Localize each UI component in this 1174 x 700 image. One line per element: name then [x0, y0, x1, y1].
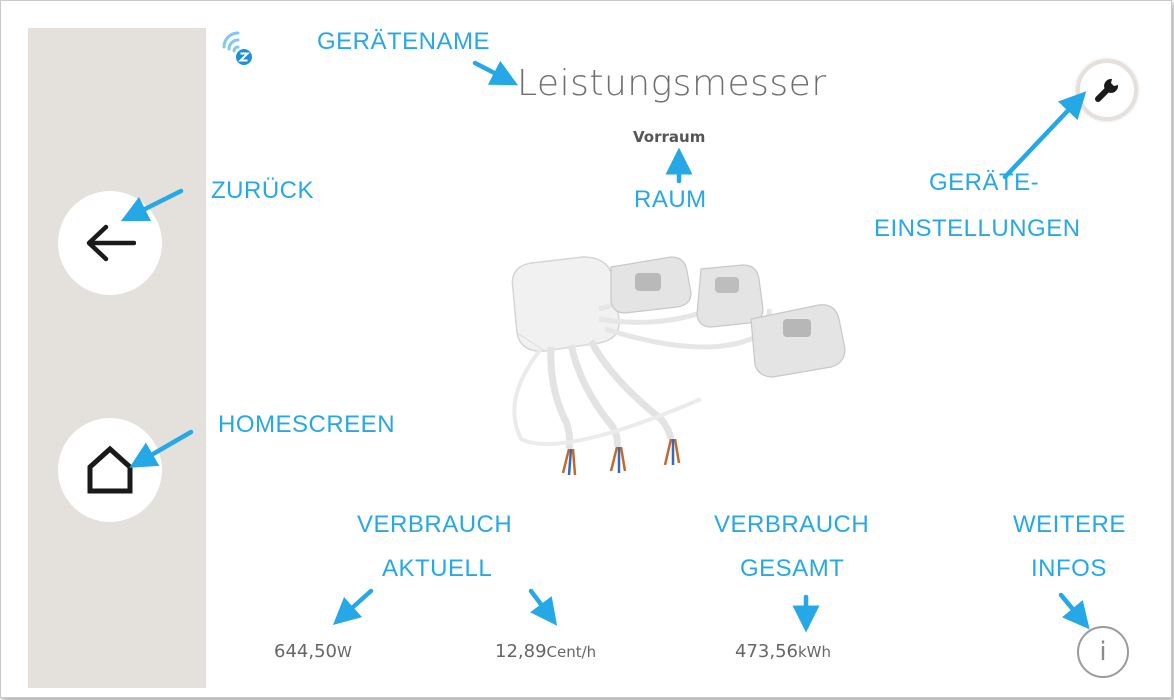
annotation-room: RAUM — [634, 186, 707, 213]
home-icon — [87, 445, 133, 494]
annotation-back: ZURÜCK — [211, 177, 314, 204]
annotation-home: HOMESCREEN — [218, 411, 396, 438]
arrow-current-cost — [528, 588, 558, 626]
annotation-device-name: GERÄTENAME — [317, 28, 491, 55]
current-cost-value: 12,89 — [495, 641, 547, 662]
app-screen: Leistungsmesser Vorraum 644,50W 12,89Cen… — [0, 0, 1172, 698]
current-power-value: 644,50 — [274, 641, 337, 662]
annotation-more-info-line2: INFOS — [1031, 555, 1107, 582]
total-energy-reading: 473,56kWh — [735, 641, 831, 662]
settings-button[interactable] — [1076, 59, 1138, 121]
info-button[interactable]: i — [1077, 626, 1129, 678]
total-energy-unit: kWh — [797, 643, 832, 661]
current-cost-reading: 12,89Cent/h — [495, 641, 596, 662]
arrow-left-icon — [86, 224, 136, 262]
arrow-device-name — [472, 60, 518, 86]
annotation-consumption-total-line2: GESAMT — [740, 555, 845, 582]
annotation-settings-line1: GERÄTE- — [929, 169, 1040, 196]
home-button[interactable] — [58, 418, 162, 522]
current-power-unit: W — [336, 643, 352, 661]
annotation-consumption-current-line2: AKTUELL — [382, 555, 493, 582]
current-power-reading: 644,50W — [274, 641, 352, 662]
zwave-icon — [222, 31, 252, 65]
power-meter-image — [511, 256, 846, 476]
room-name: Vorraum — [633, 128, 706, 146]
annotation-more-info-line1: WEITERE — [1013, 511, 1126, 538]
annotation-consumption-total-line1: VERBRAUCH — [714, 511, 870, 538]
wrench-icon — [1095, 78, 1119, 102]
current-cost-unit: Cent/h — [546, 643, 597, 661]
arrow-more-info — [1058, 592, 1090, 630]
annotation-settings-line2: EINSTELLUNGEN — [874, 215, 1081, 242]
sidebar — [28, 28, 206, 688]
total-energy-value: 473,56 — [735, 641, 798, 662]
back-button[interactable] — [58, 191, 162, 295]
info-icon: i — [1099, 637, 1107, 667]
device-name: Leistungsmesser — [517, 63, 827, 104]
annotation-consumption-current-line1: VERBRAUCH — [357, 511, 513, 538]
arrow-current-power — [332, 588, 374, 625]
